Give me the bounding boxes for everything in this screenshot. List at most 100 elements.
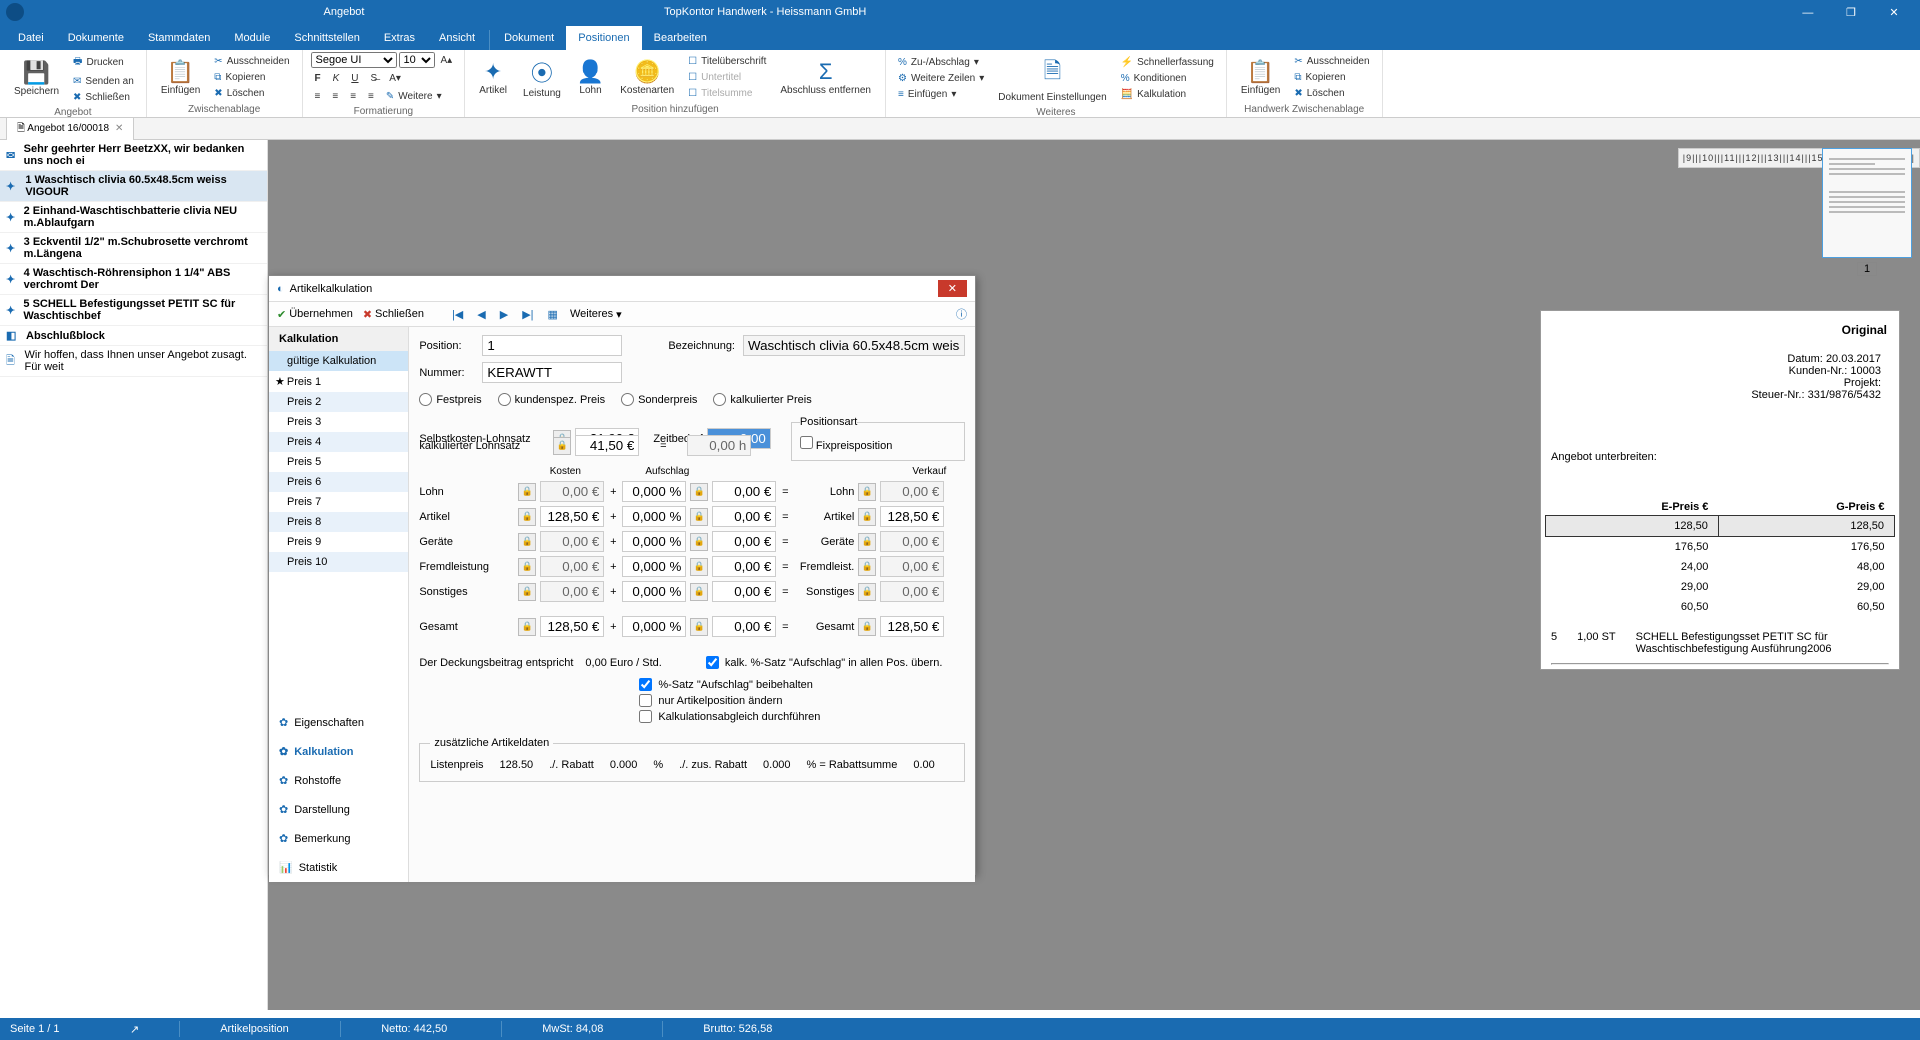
table-row[interactable]: 128,50128,50	[1546, 516, 1895, 537]
fontinc-button[interactable]: A▴	[437, 52, 457, 68]
italic-button[interactable]: K	[329, 71, 344, 86]
sidebar-nav-kalkulation[interactable]: ✿Kalkulation	[269, 737, 408, 766]
align-just-button[interactable]: ≡	[364, 89, 378, 104]
lock-button[interactable]: 🔒	[690, 558, 708, 576]
lock-button[interactable]: 🔒	[553, 437, 571, 455]
lock-button[interactable]: 🔒	[858, 533, 876, 551]
kond-button[interactable]: %Konditionen	[1117, 71, 1218, 86]
menu-dokumente[interactable]: Dokumente	[56, 26, 136, 50]
lock-button[interactable]: 🔒	[518, 558, 536, 576]
radio-kunden[interactable]: kundenspez. Preis	[498, 393, 606, 406]
hw-copy-button[interactable]: ⧉Kopieren	[1290, 70, 1373, 85]
number-field[interactable]	[482, 362, 622, 383]
lock-button[interactable]: 🔒	[858, 618, 876, 636]
lock-button[interactable]: 🔒	[690, 483, 708, 501]
align-right-button[interactable]: ≡	[346, 89, 360, 104]
print-button[interactable]: 🖶Drucken	[69, 52, 138, 73]
next-icon[interactable]: ▶	[498, 308, 510, 321]
menu-stammdaten[interactable]: Stammdaten	[136, 26, 222, 50]
hw-paste-button[interactable]: 📋Einfügen	[1235, 57, 1286, 98]
hw-cut-button[interactable]: ✂Ausschneiden	[1290, 54, 1373, 69]
price-item[interactable]: Preis 5	[269, 452, 408, 472]
sidebar-nav-eigenschaften[interactable]: ✿Eigenschaften	[269, 708, 408, 737]
aufschlag-pct-field[interactable]	[622, 481, 686, 502]
cost-button[interactable]: 🪙Kostenarten	[614, 57, 680, 98]
price-item[interactable]: Preis 3	[269, 412, 408, 432]
strike-button[interactable]: S̶	[367, 71, 382, 86]
help-icon[interactable]: ⓘ	[956, 306, 967, 322]
kosten-field[interactable]	[540, 616, 604, 637]
remove-close-button[interactable]: ΣAbschluss entfernen	[774, 57, 877, 98]
sidebar-nav-statistik[interactable]: 📊Statistik	[269, 853, 408, 882]
aufschlag-eur-field[interactable]	[712, 616, 776, 637]
lock-button[interactable]: 🔒	[518, 483, 536, 501]
aufschlag-eur-field[interactable]	[712, 506, 776, 527]
lock-button[interactable]: 🔒	[690, 618, 708, 636]
last-icon[interactable]: ▶|	[520, 308, 535, 321]
aufschlag-pct-field[interactable]	[622, 581, 686, 602]
kalk-button[interactable]: 🧮Kalkulation	[1117, 87, 1218, 102]
price-item[interactable]: Preis 7	[269, 492, 408, 512]
ctx-dokument[interactable]: Dokument	[492, 26, 566, 50]
position-field[interactable]	[482, 335, 622, 356]
sidebar-nav-rohstoffe[interactable]: ✿Rohstoffe	[269, 766, 408, 795]
fast-button[interactable]: ⚡Schnellerfassung	[1117, 55, 1218, 70]
accept-button[interactable]: ✔Übernehmen	[277, 308, 353, 321]
radio-sonder[interactable]: Sonderpreis	[621, 393, 697, 406]
underline-button[interactable]: U	[347, 71, 362, 86]
aufschlag-pct-field[interactable]	[622, 556, 686, 577]
chk-nurartikel[interactable]: nur Artikelposition ändern	[639, 694, 965, 707]
docsettings-button[interactable]: 🗎Dokument Einstellungen	[992, 52, 1112, 105]
outline-item[interactable]: ✦5 SCHELL Befestigungsset PETIT SC für W…	[0, 295, 267, 326]
sidebar-nav-darstellung[interactable]: ✿Darstellung	[269, 795, 408, 824]
article-button[interactable]: ✦Artikel	[473, 57, 513, 98]
aufschlag-pct-field[interactable]	[622, 506, 686, 527]
service-button[interactable]: ⦿Leistung	[517, 54, 567, 101]
lock-button[interactable]: 🔒	[690, 533, 708, 551]
lock-button[interactable]: 🔒	[858, 483, 876, 501]
aufschlag-eur-field[interactable]	[712, 481, 776, 502]
first-icon[interactable]: |◀	[450, 308, 465, 321]
sidebar-nav-bemerkung[interactable]: ✿Bemerkung	[269, 824, 408, 853]
outline-item[interactable]: ✦1 Waschtisch clivia 60.5x48.5cm weiss V…	[0, 171, 267, 202]
radio-kalk[interactable]: kalkulierter Preis	[713, 393, 811, 406]
close-doc-button[interactable]: ✖Schließen	[69, 90, 138, 105]
minimize-icon[interactable]: —	[1788, 7, 1828, 19]
fontsize-select[interactable]: 10	[399, 52, 435, 68]
lock-button[interactable]: 🔒	[518, 618, 536, 636]
table-row[interactable]: 60,5060,50	[1546, 597, 1895, 617]
table-row[interactable]: 29,0029,00	[1546, 577, 1895, 597]
aufschlag-pct-field[interactable]	[622, 616, 686, 637]
menu-extras[interactable]: Extras	[372, 26, 427, 50]
grid-icon[interactable]: ▦	[546, 308, 560, 321]
more-format-button[interactable]: ✎Weitere ▾	[382, 89, 446, 104]
table-row[interactable]: 24,0048,00	[1546, 557, 1895, 577]
prev-icon[interactable]: ◀	[475, 308, 487, 321]
lock-button[interactable]: 🔒	[690, 508, 708, 526]
font-select[interactable]: Segoe UI	[311, 52, 397, 68]
table-row[interactable]: 176,50176,50	[1546, 537, 1895, 558]
price-item[interactable]: Preis 9	[269, 532, 408, 552]
aufschlag-eur-field[interactable]	[712, 556, 776, 577]
fixprice-checkbox[interactable]: Fixpreisposition	[800, 440, 892, 452]
aufschlag-eur-field[interactable]	[712, 531, 776, 552]
lock-button[interactable]: 🔒	[858, 508, 876, 526]
doc-tab[interactable]: 🗎 Angebot 16/00018✕	[6, 117, 134, 141]
titlesum-button[interactable]: ☐Titelsumme	[684, 86, 770, 101]
radio-festpreis[interactable]: Festpreis	[419, 393, 481, 406]
ctx-bearbeiten[interactable]: Bearbeiten	[642, 26, 719, 50]
price-item[interactable]: gültige Kalkulation	[269, 351, 408, 371]
menu-datei[interactable]: Datei	[6, 26, 56, 50]
kalk-field[interactable]	[575, 435, 639, 456]
chk-abgleich[interactable]: Kalkulationsabgleich durchführen	[639, 710, 965, 723]
tab-close-icon[interactable]: ✕	[115, 123, 123, 134]
kosten-field[interactable]	[540, 506, 604, 527]
verkauf-field[interactable]	[880, 506, 944, 527]
outline-item[interactable]: ✦3 Eckventil 1/2" m.Schubrosette verchro…	[0, 233, 267, 264]
lock-button[interactable]: 🔒	[690, 583, 708, 601]
menu-ansicht[interactable]: Ansicht	[427, 26, 487, 50]
send-button[interactable]: ✉Senden an	[69, 74, 138, 89]
dialog-close-button[interactable]: ✕	[938, 280, 967, 297]
copy-button[interactable]: ⧉Kopieren	[210, 70, 293, 85]
color-button[interactable]: A▾	[385, 71, 405, 86]
